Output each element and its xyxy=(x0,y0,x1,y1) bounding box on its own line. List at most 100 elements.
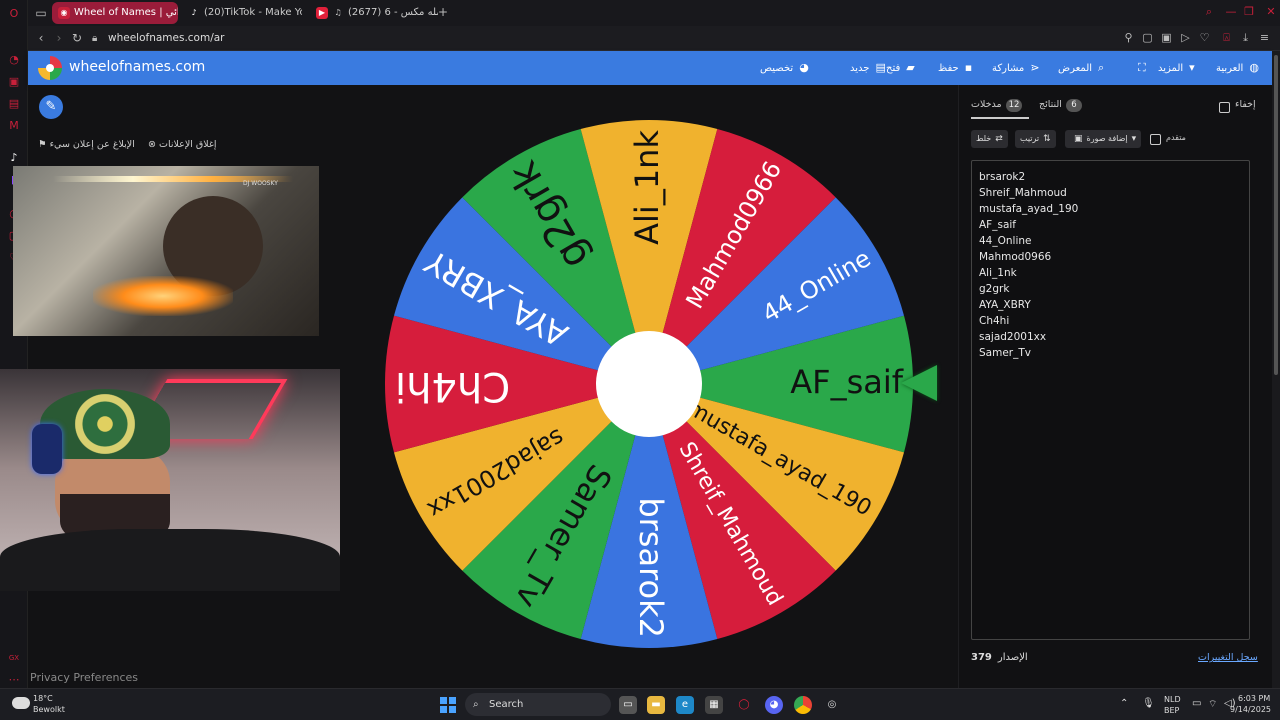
wheel[interactable]: AF_saif mustafa_ayad_190 Shreif_Mahmoud brs… xyxy=(382,117,916,651)
task-view-icon[interactable]: ▭ xyxy=(619,696,637,714)
edge-icon[interactable]: e xyxy=(676,696,694,714)
tab-menu-icon[interactable]: ▭ xyxy=(34,6,48,20)
send-icon[interactable]: ▷ xyxy=(1179,31,1192,44)
language-button[interactable]: ◍العربية xyxy=(1216,51,1259,85)
advanced-label: متقدم xyxy=(1166,133,1186,142)
forward-icon[interactable]: › xyxy=(52,31,66,45)
tab-wheel-of-names[interactable]: ◉ Wheel of Names | عشوائي xyxy=(52,2,178,24)
save-button[interactable]: ▪حفظ xyxy=(938,51,972,85)
edit-icon[interactable]: ✎ xyxy=(39,95,63,119)
sort-button[interactable]: ⇅ترتيب xyxy=(1015,130,1056,148)
taskbar-search[interactable]: ⌕ Search xyxy=(465,693,611,716)
wheel-logo-icon[interactable] xyxy=(38,56,62,80)
customize-button[interactable]: ◕تخصيص xyxy=(760,51,809,85)
display-icon[interactable]: ▭ xyxy=(1192,698,1201,709)
entry-line[interactable]: g2grk xyxy=(979,281,1242,297)
tray-overflow-icon[interactable]: ⌃ xyxy=(1120,698,1128,709)
tab-results[interactable]: 6النتائج xyxy=(1039,99,1082,112)
more-button[interactable]: ▾المزيد xyxy=(1158,51,1195,85)
download-icon[interactable]: ⤓ xyxy=(1239,31,1252,44)
entry-line[interactable]: 44_Online xyxy=(979,233,1242,249)
search-tabs-icon[interactable]: ⌕ xyxy=(1202,5,1216,19)
snapshot-icon[interactable]: ▢ xyxy=(1141,31,1154,44)
cloud-icon[interactable] xyxy=(12,697,30,709)
entry-line[interactable]: Ch4hi xyxy=(979,313,1242,329)
entry-line[interactable]: AF_saif xyxy=(979,217,1242,233)
vpn-icon[interactable]: ▣ xyxy=(1160,31,1173,44)
tab-youtube[interactable]: ▶ ♫ (2677) فصله مكس - 6 xyxy=(310,2,438,24)
entry-line[interactable]: Ali_1nk xyxy=(979,265,1242,281)
gallery-button[interactable]: ⌕المعرض xyxy=(1058,51,1104,85)
minimize-icon[interactable]: — xyxy=(1224,5,1238,19)
reload-icon[interactable]: ↻ xyxy=(70,31,84,45)
fullscreen-button[interactable]: ⛶ xyxy=(1132,51,1146,85)
site-title[interactable]: wheelofnames.com xyxy=(69,59,205,75)
keyboard-layout[interactable]: BEP xyxy=(1164,706,1179,715)
menu-icon[interactable]: ≡ xyxy=(1258,31,1271,44)
entry-line[interactable]: Shreif_Mahmoud xyxy=(979,185,1242,201)
ad-video[interactable]: DJ WOOSKY xyxy=(13,166,319,336)
file-explorer-icon[interactable]: ▬ xyxy=(647,696,665,714)
close-ads-link[interactable]: إغلاق الإعلانات ⊗ xyxy=(148,139,217,150)
microphone-icon[interactable]: 🎙︎ xyxy=(1142,698,1155,709)
twitch-icon[interactable]: ▤ xyxy=(6,96,22,112)
close-window-icon[interactable]: ✕ xyxy=(1264,5,1278,19)
mail-icon[interactable]: M xyxy=(6,118,22,134)
tiktok-icon[interactable]: ♪ xyxy=(6,150,22,166)
open-button[interactable]: ▰فتح xyxy=(886,51,915,85)
url-field[interactable]: 🔒︎ wheelofnames.com/ar xyxy=(84,29,584,48)
entry-line[interactable]: mustafa_ayad_190 xyxy=(979,201,1242,217)
tab-entries[interactable]: 12مدخلات xyxy=(971,99,1023,112)
changelog-link[interactable]: سجل التغييرات xyxy=(1198,652,1258,663)
shuffle-button[interactable]: ⇄خلط xyxy=(971,130,1008,148)
new-button[interactable]: ▤جديد xyxy=(850,51,886,85)
temperature[interactable]: 18°C xyxy=(33,694,53,703)
report-ad-link[interactable]: الإبلاغ عن إعلان سيء ⚑ xyxy=(38,139,135,150)
store-icon[interactable]: ▦ xyxy=(705,696,723,714)
opera-gx-icon[interactable]: ◯ xyxy=(735,696,753,714)
share-button[interactable]: ⋖مشاركة xyxy=(992,51,1040,85)
entries-panel: إخفاء 6النتائج 12مدخلات ⇄خلط ⇅ترتيب ▾إضا… xyxy=(958,85,1272,688)
discord-icon[interactable]: ◕ xyxy=(765,696,783,714)
hide-label: إخفاء xyxy=(1235,99,1256,110)
language-code[interactable]: NLD xyxy=(1164,695,1181,704)
hide-checkbox[interactable] xyxy=(1219,102,1230,113)
add-image-button[interactable]: ▾إضافة صورة▣ xyxy=(1065,130,1142,148)
obs-icon[interactable]: ◎ xyxy=(823,696,841,714)
tab-tiktok[interactable]: ♪ (20)TikTok - Make Your D xyxy=(182,2,302,24)
advanced-checkbox[interactable] xyxy=(1150,134,1161,145)
privacy-preferences-link[interactable]: Privacy Preferences xyxy=(30,671,138,684)
entry-line[interactable]: Mahmod0966 xyxy=(979,249,1242,265)
wheel-svg[interactable]: AF_saifmustafa_ayad_190Shreif_Mahmoudbrs… xyxy=(382,117,916,651)
windows-start-icon[interactable] xyxy=(440,697,456,713)
entry-line[interactable]: sajad2001xx xyxy=(979,329,1242,345)
back-icon[interactable]: ‹ xyxy=(34,31,48,45)
aria-icon[interactable]: ◔ xyxy=(6,52,22,68)
speaker-icon[interactable]: ♫ xyxy=(332,7,344,19)
pin-icon[interactable]: ⚲ xyxy=(1122,31,1135,44)
chrome-icon[interactable] xyxy=(794,696,812,714)
lock-icon: 🔒︎ xyxy=(92,33,98,44)
plus-icon[interactable]: + xyxy=(436,5,450,19)
clock-date[interactable]: 9/14/2025 xyxy=(1230,705,1271,714)
weather-status[interactable]: Bewolkt xyxy=(33,705,65,714)
entry-line[interactable]: AYA_XBRY xyxy=(979,297,1242,313)
clock-time[interactable]: 6:03 PM xyxy=(1238,694,1270,703)
sort-icon: ⇅ xyxy=(1043,134,1051,144)
maximize-icon[interactable]: ❐ xyxy=(1242,5,1256,19)
bag-icon[interactable]: ▣ xyxy=(6,74,22,90)
new-file-icon: ▤ xyxy=(875,61,886,74)
entries-textarea[interactable]: brsarok2 Shreif_Mahmoud mustafa_ayad_190 AF… xyxy=(971,160,1250,640)
scrollbar-thumb[interactable] xyxy=(1274,55,1278,375)
image-icon: ▣ xyxy=(1074,134,1083,144)
wheel-center-hub[interactable] xyxy=(596,331,702,437)
opera-account-icon[interactable]: ⍓ xyxy=(1220,31,1233,44)
entry-line[interactable]: brsarok2 xyxy=(979,169,1242,185)
more-icon[interactable]: ⋯ xyxy=(6,672,22,688)
page-scrollbar[interactable] xyxy=(1272,51,1280,688)
entry-line[interactable]: Samer_Tv xyxy=(979,345,1242,361)
gx-icon[interactable]: GX xyxy=(6,650,22,666)
favorite-icon[interactable]: ♡ xyxy=(1198,31,1211,44)
network-icon[interactable]: ⌔ xyxy=(1208,698,1217,711)
opera-logo-icon[interactable]: O xyxy=(6,6,22,22)
